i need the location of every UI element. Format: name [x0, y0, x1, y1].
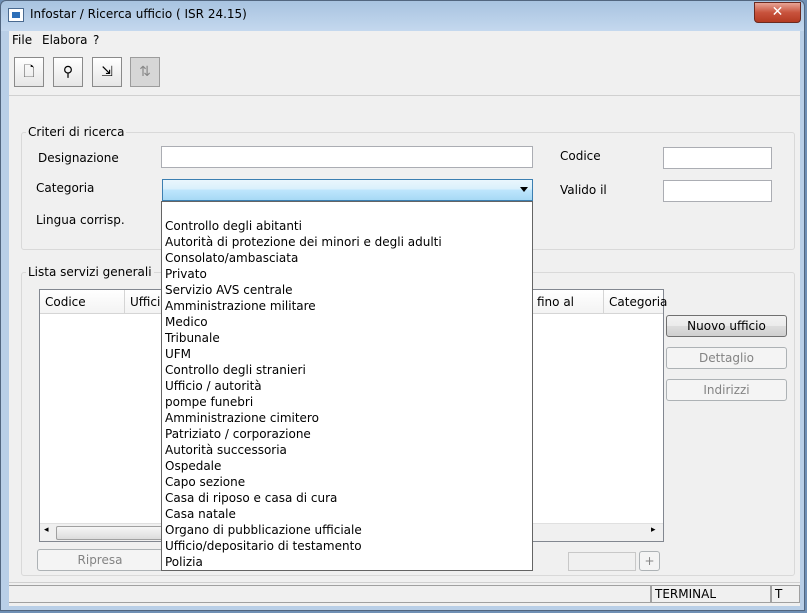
criteria-title: Criteri di ricerca [26, 125, 127, 139]
binoculars-icon: ⚲ [62, 64, 74, 80]
list-title: Lista servizi generali [26, 265, 154, 279]
window-title: Infostar / Ricerca ufficio ( ISR 24.15) [30, 7, 247, 21]
categoria-option[interactable]: Ufficio/depositario di testamento [162, 538, 532, 554]
categoria-option[interactable]: Amministrazione militare [162, 298, 532, 314]
categoria-label: Categoria [36, 181, 95, 195]
close-button[interactable]: ✕ [754, 2, 801, 23]
categoria-option[interactable]: Patriziato / corporazione [162, 426, 532, 442]
new-button[interactable]: 🗋 [14, 57, 44, 87]
scroll-right-icon[interactable]: ▸ [651, 525, 656, 535]
menu-file[interactable]: File [12, 33, 32, 47]
status-terminal: TERMINAL [651, 585, 771, 603]
status-bar: TERMINAL T [9, 582, 800, 605]
scroll-thumb[interactable] [56, 526, 178, 540]
indirizzi-button[interactable]: Indirizzi [666, 379, 787, 401]
column-codice[interactable]: Codice [40, 290, 125, 314]
export-button[interactable]: ⇲ [92, 57, 122, 87]
categoria-option[interactable]: Autorità successoria [162, 442, 532, 458]
toolbar-separator [9, 95, 800, 96]
sort-az-icon: ⇅ [139, 64, 151, 80]
categoria-option[interactable]: Organo di pubblicazione ufficiale [162, 522, 532, 538]
categoria-option[interactable]: Privato [162, 266, 532, 282]
codice-input[interactable] [663, 147, 772, 169]
valido-input[interactable] [663, 180, 772, 202]
chevron-down-icon [520, 187, 528, 192]
menu-elabora[interactable]: Elabora [42, 33, 88, 47]
categoria-option[interactable]: Polizia [162, 554, 532, 570]
categoria-option[interactable]: Consolato/ambasciata [162, 250, 532, 266]
new-document-icon: 🗋 [23, 64, 35, 80]
menu-help[interactable]: ? [93, 33, 99, 47]
categoria-dropdown-list[interactable]: Controllo degli abitanti Autorità di pro… [161, 201, 533, 571]
designazione-label: Designazione [38, 151, 119, 165]
title-bar[interactable]: Infostar / Ricerca ufficio ( ISR 24.15) … [1, 1, 807, 29]
categoria-option[interactable]: Tribunale [162, 330, 532, 346]
valido-label: Valido il [560, 183, 607, 197]
page-field[interactable] [568, 552, 636, 571]
categoria-option[interactable]: Servizio AVS centrale [162, 282, 532, 298]
dettaglio-button[interactable]: Dettaglio [666, 347, 787, 369]
categoria-option[interactable]: Casa natale [162, 506, 532, 522]
codice-label: Codice [560, 149, 601, 163]
categoria-option[interactable]: UFM [162, 346, 532, 362]
designazione-input[interactable] [161, 146, 533, 168]
categoria-option[interactable]: Amministrazione cimitero [162, 410, 532, 426]
lingua-label: Lingua corrisp. [36, 213, 125, 227]
categoria-option[interactable]: Controllo degli stranieri [162, 362, 532, 378]
categoria-option[interactable]: Casa di riposo e casa di cura [162, 490, 532, 506]
search-button[interactable]: ⚲ [53, 57, 83, 87]
scroll-left-icon[interactable]: ◂ [44, 525, 49, 535]
nuovo-ufficio-button[interactable]: Nuovo ufficio [666, 315, 787, 337]
status-t: T [771, 585, 800, 603]
ripresa-button[interactable]: Ripresa [37, 549, 163, 571]
categoria-option[interactable]: Controllo degli abitanti [162, 218, 532, 234]
export-icon: ⇲ [101, 64, 113, 80]
status-message [9, 585, 651, 603]
sort-button[interactable]: ⇅ [130, 57, 160, 87]
categoria-option[interactable]: pompe funebri [162, 394, 532, 410]
app-icon [8, 8, 24, 22]
menu-bar: File Elabora ? [9, 31, 800, 49]
column-fino-al[interactable]: fino al [532, 290, 604, 314]
column-categoria[interactable]: Categoria [604, 290, 667, 314]
categoria-option[interactable]: Ufficio / autorità [162, 378, 532, 394]
categoria-option[interactable]: Autorità di protezione dei minori e degl… [162, 234, 532, 250]
categoria-option[interactable]: Ospedale [162, 458, 532, 474]
categoria-option[interactable] [162, 202, 532, 218]
categoria-select[interactable] [162, 179, 533, 201]
plus-button[interactable]: + [639, 551, 660, 571]
categoria-option[interactable]: Capo sezione [162, 474, 532, 490]
categoria-option[interactable]: Medico [162, 314, 532, 330]
